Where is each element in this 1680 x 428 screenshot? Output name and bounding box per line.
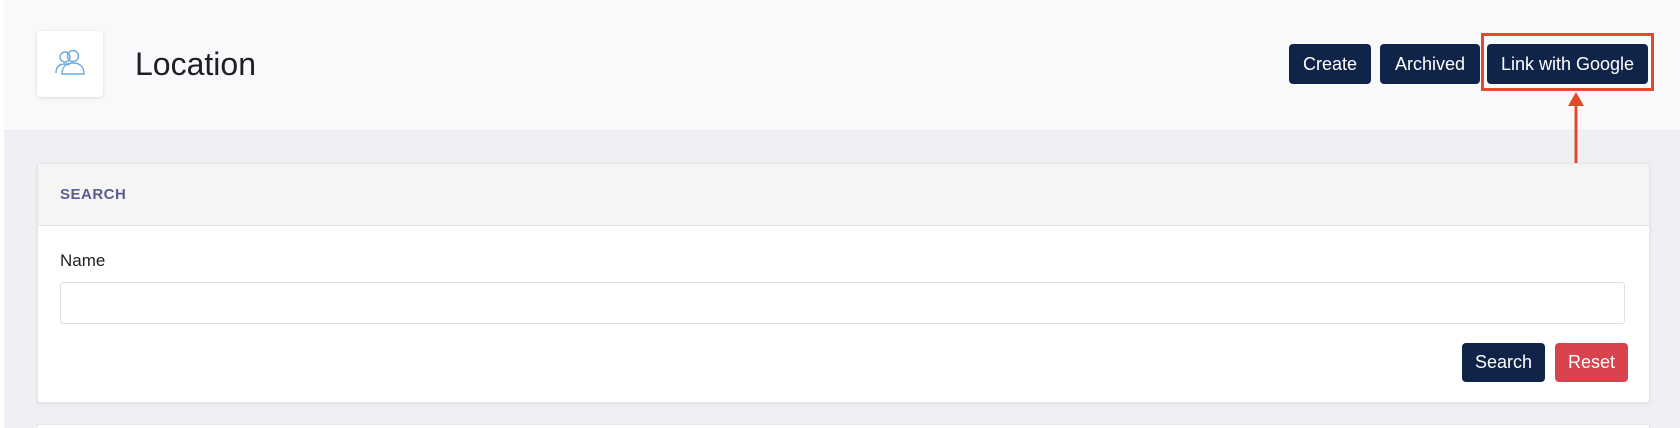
users-icon	[53, 47, 87, 82]
archived-button[interactable]: Archived	[1380, 44, 1480, 84]
reset-button[interactable]: Reset	[1555, 343, 1628, 382]
page-title: Location	[135, 46, 256, 82]
page-icon-tile	[37, 31, 103, 97]
search-panel-heading: SEARCH	[38, 164, 1649, 226]
name-input[interactable]	[60, 282, 1625, 324]
page: Location Create Archived Link with Googl…	[0, 0, 1680, 428]
search-panel: SEARCH Name Search Reset	[37, 163, 1650, 403]
name-field-label: Name	[60, 251, 106, 270]
page-header: Location Create Archived Link with Googl…	[4, 0, 1680, 130]
create-button[interactable]: Create	[1289, 44, 1371, 84]
link-with-google-button[interactable]: Link with Google	[1487, 44, 1648, 84]
results-panel-edge	[37, 424, 1650, 428]
search-button[interactable]: Search	[1462, 343, 1545, 382]
